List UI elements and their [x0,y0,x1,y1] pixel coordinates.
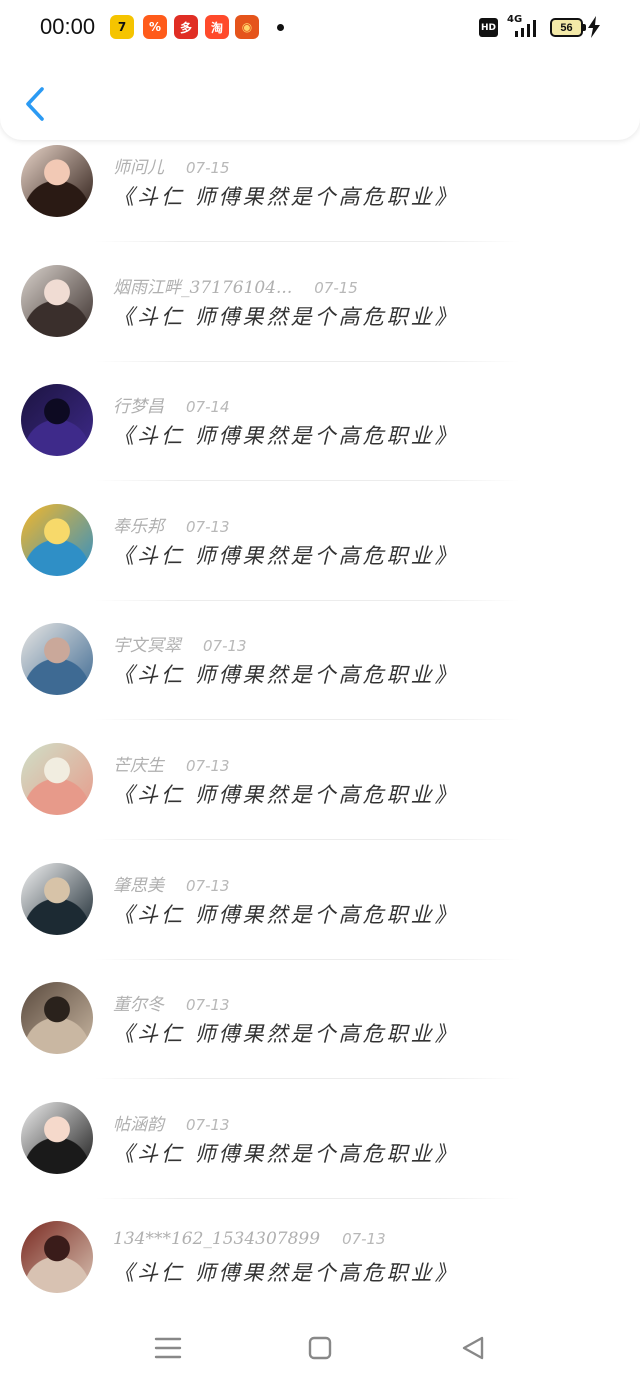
status-time: 00:00 [40,14,96,39]
screen: 00:00 7% 多淘 ◉ HD 4G 56 师问儿 07-15 《斗仁 师傅果然是个高… [0,0,640,1387]
comment-list: 师问儿 07-15 《斗仁 师傅果然是个高危职业》 烟雨江畔_37176104... 0… [0,140,640,1336]
user-name[interactable]: 行梦昌 [113,397,164,417]
list-item[interactable]: 奉乐邦 07-13 《斗仁 师傅果然是个高危职业》 [0,499,640,619]
comment-text: 《斗仁 师傅果然是个高危职业》 [113,663,459,688]
status-bar: 00:00 7% 多淘 ◉ HD 4G 56 [0,0,640,56]
comment-meta: 肇思美 07-13 [113,871,230,896]
signal-icon [515,20,536,37]
comment-date: 07-13 [186,996,230,1015]
divider [95,1197,520,1199]
list-item[interactable]: 行梦昌 07-14 《斗仁 师傅果然是个高危职业》 [0,379,640,499]
comment-date: 07-13 [186,756,230,775]
list-item[interactable]: 董尔冬 07-13 《斗仁 师傅果然是个高危职业》 [0,977,640,1097]
divider [95,958,520,960]
charging-icon [588,16,600,38]
avatar[interactable] [21,982,93,1055]
comment-meta: 奉乐邦 07-13 [113,512,230,537]
avatar[interactable] [21,742,93,815]
comment-date: 07-13 [186,1115,230,1134]
list-item[interactable]: 肇思美 07-13 《斗仁 师傅果然是个高危职业》 [0,858,640,978]
comment-meta: 芒庆生 07-13 [113,751,230,776]
comment-meta: 师问儿 07-15 [113,153,230,178]
comment-text: 《斗仁 师傅果然是个高危职业》 [113,185,459,209]
comment-meta: 行梦昌 07-14 [113,392,230,417]
shopping-app-icon: 淘 [205,15,229,39]
battery-icon: 56 [550,18,583,37]
list-item[interactable]: 师问儿 07-15 《斗仁 师傅果然是个高危职业》 [0,140,640,260]
divider [95,480,520,482]
comment-text: 《斗仁 师傅果然是个高危职业》 [113,1141,459,1166]
avatar[interactable] [21,1221,93,1294]
divider [95,838,520,840]
avatar[interactable] [21,503,93,576]
user-name[interactable]: 134***162_1534307899 [113,1229,320,1249]
menu-lines-icon[interactable] [154,1334,182,1362]
avatar[interactable] [21,384,93,457]
list-item[interactable]: 帖涵韵 07-13 《斗仁 师傅果然是个高危职业》 [0,1097,640,1217]
list-item[interactable]: 烟雨江畔_37176104... 07-15 《斗仁 师傅果然是个高危职业》 [0,260,640,380]
comment-date: 07-13 [186,876,230,895]
chevron-left-icon[interactable] [22,86,48,122]
list-item[interactable]: 宇文冥翠 07-13 《斗仁 师傅果然是个高危职业》 [0,618,640,738]
avatar[interactable] [21,145,93,217]
comment-meta: 134***162_1534307899 07-13 [113,1229,386,1249]
comment-meta: 董尔冬 07-13 [113,990,230,1015]
user-name[interactable]: 师问儿 [113,158,164,178]
taobao-special-icon: % [143,15,167,39]
avatar[interactable] [21,623,93,696]
comment-text: 《斗仁 师傅果然是个高危职业》 [113,304,459,329]
comment-meta: 宇文冥翠 07-13 [113,631,247,656]
pinduoduo-icon: 多 [174,15,198,39]
comment-text: 《斗仁 师傅果然是个高危职业》 [113,424,459,449]
user-name[interactable]: 奉乐邦 [113,517,164,537]
hd-badge: HD [479,18,498,37]
divider [95,360,520,362]
user-name[interactable]: 芒庆生 [113,756,164,776]
comment-meta: 烟雨江畔_37176104... 07-15 [113,273,358,298]
pumpkin-icon: ◉ [235,15,259,39]
comment-date: 07-15 [314,278,358,297]
more-notifications-dot-icon [277,24,284,31]
comment-text: 《斗仁 师傅果然是个高危职业》 [113,782,459,807]
divider [95,719,520,721]
user-name[interactable]: 董尔冬 [113,995,164,1015]
divider [95,241,520,242]
square-home-icon[interactable] [306,1334,334,1362]
avatar[interactable] [21,1101,93,1174]
user-name[interactable]: 帖涵韵 [113,1115,164,1135]
list-item[interactable]: 芒庆生 07-13 《斗仁 师傅果然是个高危职业》 [0,738,640,858]
comment-text: 《斗仁 师傅果然是个高危职业》 [113,543,459,568]
comment-text: 《斗仁 师傅果然是个高危职业》 [113,1022,459,1047]
avatar[interactable] [21,264,93,337]
avatar[interactable] [21,862,93,935]
comment-date: 07-13 [186,517,230,536]
divider [95,599,520,601]
comment-date: 07-13 [203,637,247,656]
comment-text: 《斗仁 师傅果然是个高危职业》 [113,1261,459,1286]
system-navigation-bar [0,1310,640,1387]
comment-date: 07-13 [342,1230,386,1249]
comment-date: 07-14 [186,398,230,417]
comment-text: 《斗仁 师傅果然是个高危职业》 [113,902,459,927]
comment-date: 07-15 [186,159,230,177]
battery-tip [583,24,586,31]
user-name[interactable]: 肇思美 [113,876,164,896]
header: 00:00 7% 多淘 ◉ HD 4G 56 [0,0,640,140]
tiantian-icon: 7 [110,15,134,39]
battery-level: 56 [560,21,573,34]
user-name[interactable]: 宇文冥翠 [113,636,181,656]
user-name[interactable]: 烟雨江畔_37176104... [113,278,292,298]
divider [95,1078,520,1080]
triangle-back-icon[interactable] [460,1334,488,1362]
comment-meta: 帖涵韵 07-13 [113,1110,230,1135]
